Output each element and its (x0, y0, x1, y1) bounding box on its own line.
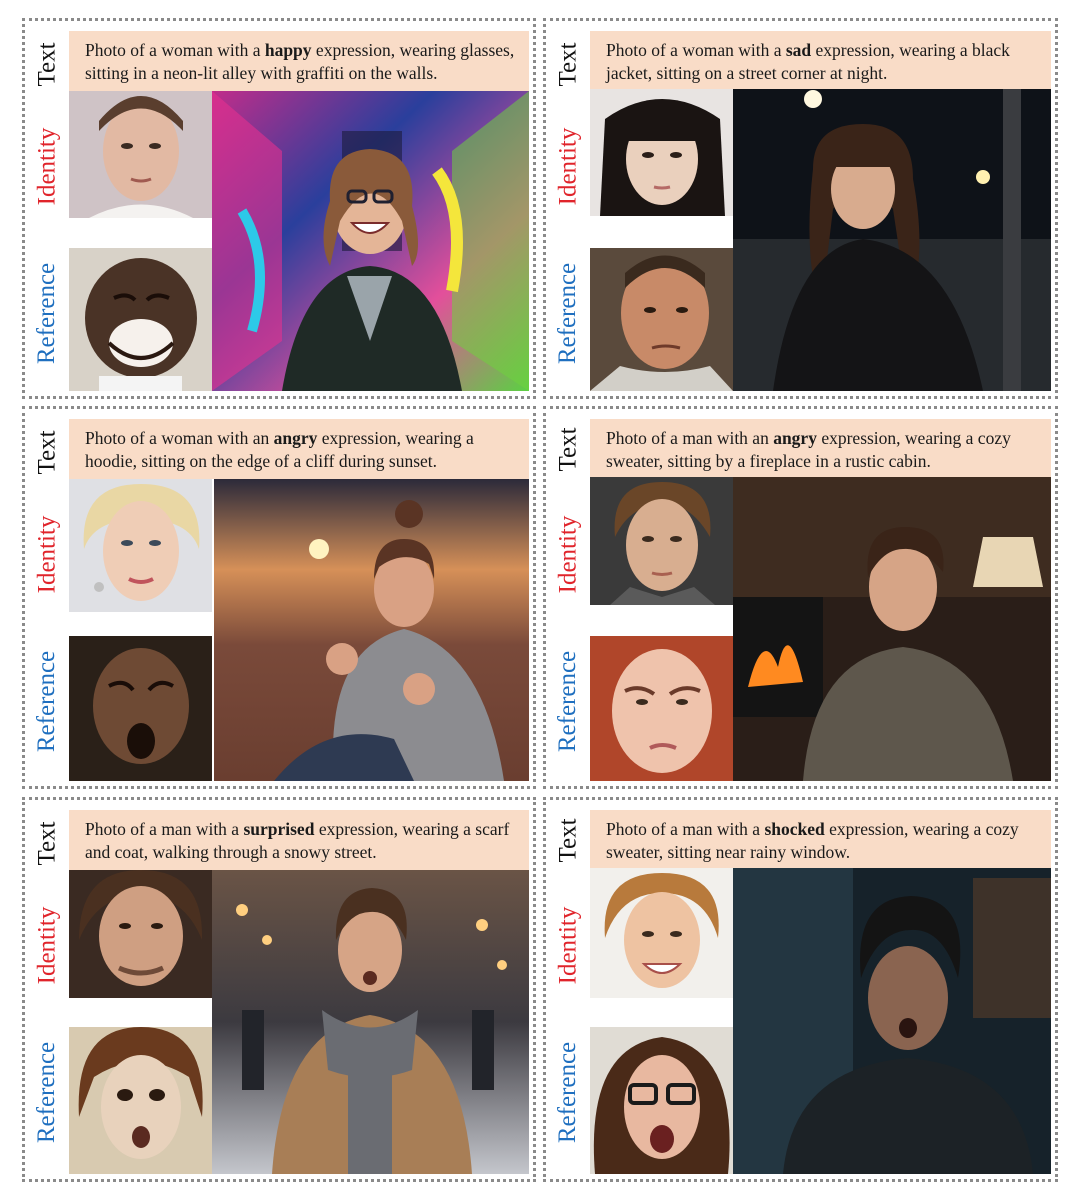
text-label: Text (33, 429, 61, 475)
reference-label: Reference (33, 262, 61, 364)
generated-image (212, 91, 529, 391)
identity-image (69, 870, 212, 998)
expression-keyword: angry (273, 428, 318, 448)
expression-keyword: angry (773, 428, 817, 448)
reference-label: Reference (33, 650, 61, 752)
expression-keyword: surprised (243, 819, 315, 839)
reference-label: Reference (554, 650, 582, 752)
reference-image (590, 1027, 733, 1174)
text-label: Text (33, 820, 61, 866)
generated-image (214, 479, 529, 781)
identity-image (590, 477, 733, 605)
reference-image (590, 636, 733, 781)
reference-image (590, 248, 733, 391)
reference-image (69, 1027, 212, 1174)
expression-keyword: sad (785, 40, 812, 60)
prompt-caption: Photo of a man with a surprised expressi… (69, 810, 529, 870)
prompt-caption: Photo of a woman with a happy expression… (69, 31, 529, 91)
identity-image (69, 91, 212, 218)
generated-image (733, 868, 1051, 1174)
reference-image (69, 248, 212, 391)
panel-angry-man: Text Identity Reference Photo of a man w… (543, 406, 1058, 789)
text-label: Text (554, 41, 582, 87)
prompt-caption: Photo of a woman with an angry expressio… (69, 419, 529, 479)
reference-image (69, 636, 212, 781)
panel-happy-woman: Text Identity Reference Photo of a woman… (22, 18, 536, 399)
panel-sad-woman: Text Identity Reference Photo of a woman… (543, 18, 1058, 399)
identity-label: Identity (33, 515, 61, 593)
text-label: Text (554, 817, 582, 863)
text-label: Text (33, 41, 61, 87)
identity-label: Identity (554, 127, 582, 205)
panel-shocked-man: Text Identity Reference Photo of a man w… (543, 797, 1058, 1182)
prompt-caption: Photo of a woman with a sad expression, … (590, 31, 1051, 91)
identity-label: Identity (33, 127, 61, 205)
expression-keyword: shocked (764, 819, 825, 839)
reference-label: Reference (554, 1041, 582, 1143)
identity-label: Identity (554, 515, 582, 593)
prompt-caption: Photo of a man with an angry expression,… (590, 419, 1051, 479)
text-label: Text (554, 426, 582, 472)
prompt-caption: Photo of a man with a shocked expression… (590, 810, 1051, 870)
panel-angry-woman: Text Identity Reference Photo of a woman… (22, 406, 536, 789)
identity-image (590, 868, 733, 998)
panel-surprised-man: Text Identity Reference Photo of a man w… (22, 797, 536, 1182)
identity-image (590, 89, 733, 216)
identity-label: Identity (554, 906, 582, 984)
generated-image (733, 477, 1051, 781)
identity-image (69, 479, 212, 612)
reference-label: Reference (554, 262, 582, 364)
generated-image (733, 89, 1051, 391)
expression-keyword: happy (264, 40, 312, 60)
identity-label: Identity (33, 906, 61, 984)
generated-image (212, 870, 529, 1174)
reference-label: Reference (33, 1041, 61, 1143)
